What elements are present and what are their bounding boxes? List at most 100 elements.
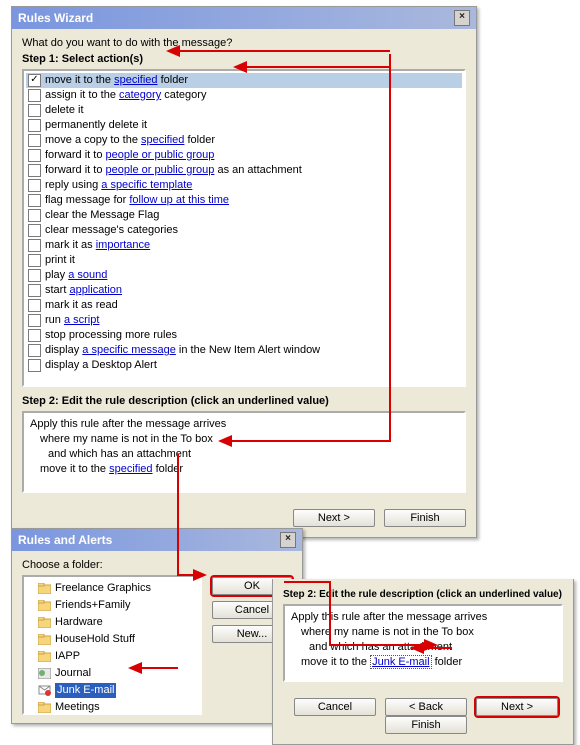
junk-icon — [38, 685, 51, 696]
action-link[interactable]: application — [69, 284, 122, 296]
action-link[interactable]: people or public group — [106, 164, 215, 176]
folder-icon — [38, 600, 51, 611]
next-button[interactable]: Next > — [293, 509, 375, 527]
action-item[interactable]: display a specific message in the New It… — [26, 343, 462, 358]
folder-item[interactable]: HouseHold Stuff — [28, 631, 196, 648]
desc-line: where my name is not in the To box — [30, 432, 458, 447]
action-item[interactable]: print it — [26, 253, 462, 268]
cancel-button[interactable]: Cancel — [294, 698, 376, 716]
desc-line: move it to the Junk E-mail folder — [291, 655, 555, 670]
checkbox[interactable] — [28, 284, 41, 297]
folder-item[interactable]: IAPP — [28, 648, 196, 665]
checkbox[interactable] — [28, 224, 41, 237]
specified-folder-link[interactable]: specified — [109, 463, 152, 475]
action-item[interactable]: clear message's categories — [26, 223, 462, 238]
journal-icon — [38, 668, 51, 679]
action-item[interactable]: delete it — [26, 103, 462, 118]
folder-name: Meetings — [55, 700, 100, 715]
action-item[interactable]: forward it to people or public group as … — [26, 163, 462, 178]
action-link[interactable]: people or public group — [106, 149, 215, 161]
action-item[interactable]: assign it to the category category — [26, 88, 462, 103]
rules-wizard-title: Rules Wizard — [18, 11, 93, 25]
action-item[interactable]: mark it as importance — [26, 238, 462, 253]
folder-picker-title: Rules and Alerts — [18, 533, 112, 547]
action-item[interactable]: mark it as read — [26, 298, 462, 313]
checkbox[interactable] — [28, 179, 41, 192]
action-item[interactable]: flag message for follow up at this time — [26, 193, 462, 208]
checkbox[interactable] — [28, 74, 41, 87]
checkbox[interactable] — [28, 239, 41, 252]
folder-tree[interactable]: Freelance Graphics Friends+Family Hardware… — [22, 575, 202, 715]
folder-item[interactable]: Journal — [28, 665, 196, 682]
next-button[interactable]: Next > — [476, 698, 558, 716]
checkbox[interactable] — [28, 314, 41, 327]
junk-email-folder-link[interactable]: Junk E-mail — [370, 655, 431, 669]
folder-name: Freelance Graphics — [55, 581, 151, 596]
action-item[interactable]: permanently delete it — [26, 118, 462, 133]
folder-name: Hardware — [55, 615, 103, 630]
close-icon[interactable]: × — [280, 532, 296, 548]
action-link[interactable]: follow up at this time — [129, 194, 229, 206]
folder-picker-dialog: Rules and Alerts × Choose a folder: Free… — [11, 528, 303, 724]
folder-name: Friends+Family — [55, 598, 131, 613]
action-link[interactable]: a sound — [68, 269, 107, 281]
checkbox[interactable] — [28, 134, 41, 147]
action-item[interactable]: start application — [26, 283, 462, 298]
folder-item[interactable]: Meetings — [28, 699, 196, 715]
action-link[interactable]: specified — [114, 74, 157, 86]
checkbox[interactable] — [28, 329, 41, 342]
desc-line: and which has an attachment — [291, 640, 555, 655]
action-link[interactable]: importance — [96, 239, 150, 251]
finish-button[interactable]: Finish — [384, 509, 466, 527]
action-item[interactable]: forward it to people or public group — [26, 148, 462, 163]
checkbox[interactable] — [28, 254, 41, 267]
folder-name: Journal — [55, 666, 91, 681]
result-step2-label: Step 2: Edit the rule description (click… — [283, 589, 563, 600]
desc-line: Apply this rule after the message arrive… — [291, 610, 555, 625]
desc-line: move it to the specified folder — [30, 462, 458, 477]
checkbox[interactable] — [28, 149, 41, 162]
back-button[interactable]: < Back — [385, 698, 467, 716]
checkbox[interactable] — [28, 119, 41, 132]
folder-item[interactable]: Junk E-mail — [28, 682, 196, 699]
finish-button[interactable]: Finish — [385, 716, 467, 734]
folder-icon — [38, 617, 51, 628]
action-item[interactable]: reply using a specific template — [26, 178, 462, 193]
action-link[interactable]: category — [119, 89, 161, 101]
checkbox[interactable] — [28, 89, 41, 102]
step1-label: Step 1: Select action(s) — [22, 53, 466, 65]
action-link[interactable]: specified — [141, 134, 184, 146]
checkbox[interactable] — [28, 164, 41, 177]
folder-item[interactable]: Friends+Family — [28, 597, 196, 614]
action-link[interactable]: a specific template — [101, 179, 192, 191]
close-icon[interactable]: × — [454, 10, 470, 26]
folder-item[interactable]: Hardware — [28, 614, 196, 631]
action-item[interactable]: display a Desktop Alert — [26, 358, 462, 373]
rule-description-box: Apply this rule after the message arrive… — [22, 411, 466, 493]
wizard-prompt: What do you want to do with the message? — [22, 37, 466, 49]
action-item[interactable]: play a sound — [26, 268, 462, 283]
action-item[interactable]: clear the Message Flag — [26, 208, 462, 223]
action-link[interactable]: a script — [64, 314, 99, 326]
wizard-step2-label: Step 2: Edit the rule description (click… — [22, 395, 466, 407]
checkbox[interactable] — [28, 359, 41, 372]
checkbox[interactable] — [28, 104, 41, 117]
action-item[interactable]: stop processing more rules — [26, 328, 462, 343]
actions-list[interactable]: move it to the specified folderassign it… — [22, 69, 466, 387]
checkbox[interactable] — [28, 269, 41, 282]
folder-item[interactable]: Freelance Graphics — [28, 580, 196, 597]
action-item[interactable]: move it to the specified folder — [26, 73, 462, 88]
desc-line: and which has an attachment — [30, 447, 458, 462]
choose-folder-label: Choose a folder: — [22, 559, 202, 571]
folder-name: IAPP — [55, 649, 80, 664]
folder-name: HouseHold Stuff — [55, 632, 135, 647]
desc-line: Apply this rule after the message arrive… — [30, 417, 458, 432]
checkbox[interactable] — [28, 299, 41, 312]
action-link[interactable]: a specific message — [82, 344, 176, 356]
checkbox[interactable] — [28, 209, 41, 222]
checkbox[interactable] — [28, 194, 41, 207]
folder-icon — [38, 651, 51, 662]
action-item[interactable]: run a script — [26, 313, 462, 328]
action-item[interactable]: move a copy to the specified folder — [26, 133, 462, 148]
checkbox[interactable] — [28, 344, 41, 357]
